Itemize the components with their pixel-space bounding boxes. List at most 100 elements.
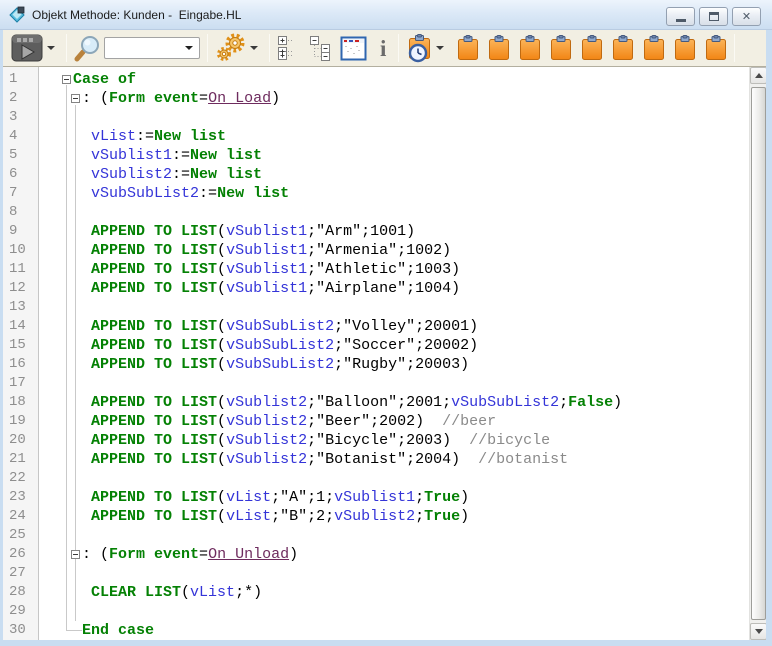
macros-button[interactable]	[340, 36, 367, 61]
macros-window-icon	[340, 36, 367, 61]
clipboard-icon	[457, 35, 479, 61]
toolbar-separator	[269, 34, 270, 62]
code-token: )	[613, 394, 622, 411]
clipboard-button-3[interactable]	[519, 35, 541, 61]
clipboard-button-8[interactable]	[674, 35, 696, 61]
scroll-up-button[interactable]	[750, 67, 766, 84]
clipboard-button-2[interactable]	[488, 35, 510, 61]
collapse-all-button[interactable]	[309, 35, 334, 61]
code-token: vSubSubList2	[91, 185, 199, 202]
code-token: vSublist1	[226, 280, 307, 297]
code-line-19[interactable]: APPEND TO LIST(vSublist2;"Beer";2002) //…	[73, 412, 496, 431]
code-line-24[interactable]: APPEND TO LIST(vList;"B";2;vSublist2;Tru…	[73, 507, 469, 526]
code-line-17[interactable]	[73, 374, 91, 393]
clipboard-button-1[interactable]	[457, 35, 479, 61]
code-token: APPEND TO LIST	[91, 394, 217, 411]
code-line-5[interactable]: vSublist1:=New list	[73, 146, 262, 165]
code-token: ;	[415, 508, 424, 525]
code-token: ;	[415, 489, 424, 506]
collapse-all-icon	[309, 35, 334, 61]
code-token: APPEND TO LIST	[91, 413, 217, 430]
code-line-3[interactable]	[73, 108, 91, 127]
line-number: 22	[9, 469, 26, 488]
code-line-21[interactable]: APPEND TO LIST(vSublist2;"Botanist";2004…	[73, 450, 568, 469]
code-line-30[interactable]: End case	[73, 621, 154, 640]
titlebar[interactable]: Objekt Methode: Kunden - Eingabe.HL ✕	[0, 0, 772, 30]
code-token: )	[289, 546, 298, 563]
fold-guide	[66, 85, 67, 630]
code-line-8[interactable]	[73, 203, 91, 222]
line-number: 1	[9, 70, 17, 89]
code-token: On Unload	[208, 546, 289, 563]
settings-dropdown-arrow[interactable]	[250, 46, 258, 50]
expand-all-button[interactable]	[277, 35, 302, 61]
code-line-28[interactable]: CLEAR LIST(vList;*)	[73, 583, 262, 602]
maximize-button[interactable]	[699, 7, 728, 26]
code-line-26[interactable]: : (Form event=On Unload)	[73, 545, 298, 564]
maximize-icon	[709, 12, 719, 21]
code-line-12[interactable]: APPEND TO LIST(vSublist1;"Airplane";1004…	[73, 279, 460, 298]
code-line-14[interactable]: APPEND TO LIST(vSubSubList2;"Volley";200…	[73, 317, 478, 336]
code-line-13[interactable]	[73, 298, 91, 317]
code-line-23[interactable]: APPEND TO LIST(vList;"A";1;vSublist1;Tru…	[73, 488, 469, 507]
fold-toggle[interactable]	[71, 550, 80, 559]
clock-clipboard-button[interactable]	[406, 34, 433, 63]
run-method-button[interactable]	[10, 34, 44, 62]
line-number: 19	[9, 412, 26, 431]
code-token: ;"Botanist";2004)	[307, 451, 460, 468]
line-number: 5	[9, 146, 17, 165]
scrollbar-thumb[interactable]	[751, 87, 766, 620]
code-editor[interactable]: 1234567891011121314151617181920212223242…	[3, 67, 766, 640]
code-token: :=	[199, 185, 217, 202]
minus-icon	[73, 98, 78, 99]
code-token: (	[217, 451, 226, 468]
code-line-7[interactable]: vSubSubList2:=New list	[73, 184, 289, 203]
code-token: APPEND TO LIST	[91, 356, 217, 373]
code-line-2[interactable]: : (Form event=On Load)	[73, 89, 280, 108]
code-token: (	[217, 223, 226, 240]
vertical-scrollbar[interactable]	[749, 67, 766, 640]
toolbar-separator	[734, 34, 735, 62]
minimize-button[interactable]	[666, 7, 695, 26]
info-button[interactable]: i	[375, 37, 391, 60]
clipboard-button-7[interactable]	[643, 35, 665, 61]
code-line-18[interactable]: APPEND TO LIST(vSublist2;"Balloon";2001;…	[73, 393, 622, 412]
code-token: )	[460, 489, 469, 506]
line-number: 21	[9, 450, 26, 469]
code-line-15[interactable]: APPEND TO LIST(vSubSubList2;"Soccer";200…	[73, 336, 478, 355]
code-token: )	[460, 508, 469, 525]
search-combo[interactable]	[104, 37, 200, 59]
code-line-22[interactable]	[73, 469, 91, 488]
fold-toggle[interactable]	[71, 94, 80, 103]
clipboard-button-9[interactable]	[705, 35, 727, 61]
method-editor-window: Objekt Methode: Kunden - Eingabe.HL ✕	[0, 0, 772, 646]
clipboard-button-6[interactable]	[612, 35, 634, 61]
line-number: 4	[9, 127, 17, 146]
code-line-9[interactable]: APPEND TO LIST(vSublist1;"Arm";1001)	[73, 222, 415, 241]
close-button[interactable]: ✕	[732, 7, 761, 26]
code-token: vSublist2	[226, 394, 307, 411]
code-token: : (	[82, 546, 109, 563]
code-token: (	[217, 261, 226, 278]
code-line-25[interactable]	[73, 526, 91, 545]
code-line-4[interactable]: vList:=New list	[73, 127, 226, 146]
code-token: APPEND TO LIST	[91, 508, 217, 525]
code-line-20[interactable]: APPEND TO LIST(vSublist2;"Bicycle";2003)…	[73, 431, 550, 450]
code-line-16[interactable]: APPEND TO LIST(vSubSubList2;"Rugby";2000…	[73, 355, 469, 374]
code-line-10[interactable]: APPEND TO LIST(vSublist1;"Armenia";1002)	[73, 241, 451, 260]
code-line-6[interactable]: vSublist2:=New list	[73, 165, 262, 184]
settings-button[interactable]	[215, 33, 247, 63]
run-dropdown-arrow[interactable]	[47, 46, 55, 50]
code-line-1[interactable]: Case of	[73, 70, 136, 89]
clock-dropdown-arrow[interactable]	[436, 46, 444, 50]
code-token: vSubSubList2	[451, 394, 559, 411]
clipboard-button-5[interactable]	[581, 35, 603, 61]
code-token: ;"Soccer";20002)	[334, 337, 478, 354]
scroll-down-button[interactable]	[750, 623, 766, 640]
search-button[interactable]	[74, 35, 101, 62]
code-line-29[interactable]	[73, 602, 91, 621]
clipboard-button-4[interactable]	[550, 35, 572, 61]
code-line-11[interactable]: APPEND TO LIST(vSublist1;"Athletic";1003…	[73, 260, 460, 279]
code-line-27[interactable]	[73, 564, 91, 583]
fold-toggle[interactable]	[62, 75, 71, 84]
